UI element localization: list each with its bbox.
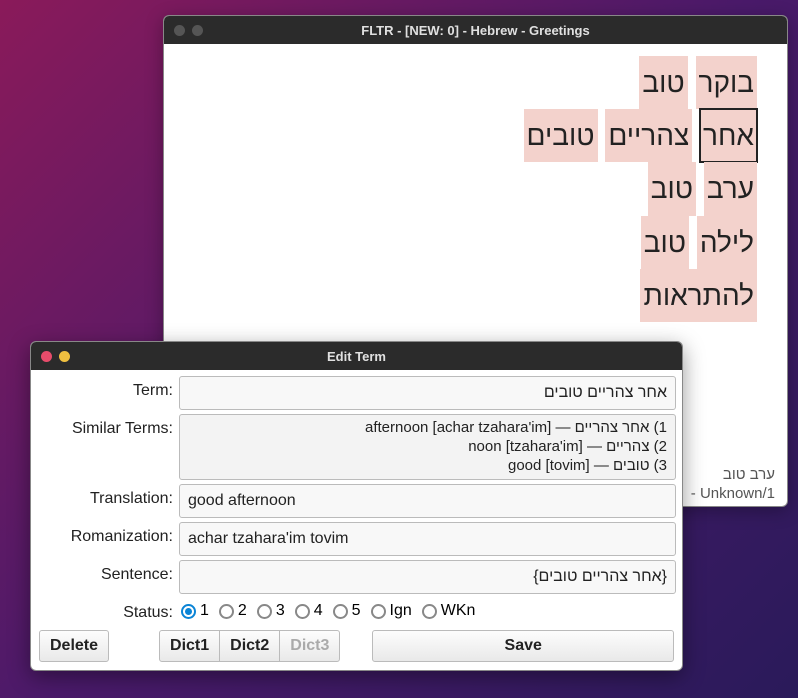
status-option-2[interactable]: 2 — [219, 602, 247, 620]
similar-term-line: 3) טובים — good [tovim] — [188, 457, 667, 476]
term-label: Term: — [37, 376, 179, 400]
text-word[interactable]: להתראות — [640, 269, 757, 322]
minimize-icon[interactable] — [59, 351, 70, 362]
term-input[interactable] — [179, 376, 676, 410]
edit-form: Term: Similar Terms: 1) אחר צהריים — aft… — [31, 370, 682, 670]
status-term: ערב טוב — [691, 466, 775, 483]
similar-term-line: 1) אחר צהריים — afternoon [achar tzahara… — [188, 419, 667, 438]
text-word[interactable]: צהריים — [605, 109, 692, 162]
status-option-3[interactable]: 3 — [257, 602, 285, 620]
status-option-label: 5 — [352, 602, 361, 620]
radio-icon[interactable] — [219, 604, 234, 619]
status-option-label: 3 — [276, 602, 285, 620]
main-titlebar: FLTR - [NEW: 0] - Hebrew - Greetings — [164, 16, 787, 44]
status-option-5[interactable]: 5 — [333, 602, 361, 620]
dict3-button: Dict3 — [279, 630, 340, 662]
window-control-icon[interactable] — [174, 25, 185, 36]
status-option-1[interactable]: 1 — [181, 602, 209, 620]
reading-text-area[interactable]: בוקר טובאחר צהריים טוביםערב טובלילה טובל… — [164, 44, 787, 330]
similar-terms-label: Similar Terms: — [37, 414, 179, 438]
status-bar: ערב טוב - Unknown/1 — [691, 466, 775, 502]
translation-label: Translation: — [37, 484, 179, 508]
text-word[interactable]: טובים — [524, 109, 598, 162]
text-word[interactable]: אחר — [700, 109, 757, 162]
radio-icon[interactable] — [257, 604, 272, 619]
sentence-input[interactable] — [179, 560, 676, 594]
status-option-label: 2 — [238, 602, 247, 620]
text-word[interactable]: טוב — [639, 56, 687, 109]
romanization-input[interactable] — [179, 522, 676, 556]
similar-term-line: 2) צהריים — noon [tzahara'im] — [188, 438, 667, 457]
text-word[interactable]: טוב — [641, 216, 689, 269]
radio-icon[interactable] — [371, 604, 386, 619]
status-option-label: Ign — [390, 602, 412, 620]
status-option-wkn[interactable]: WKn — [422, 602, 476, 620]
save-button[interactable]: Save — [372, 630, 674, 662]
status-radio-group: 1 2 3 4 5 Ign WKn — [179, 598, 676, 624]
text-word[interactable]: לילה — [697, 216, 757, 269]
delete-button[interactable]: Delete — [39, 630, 109, 662]
status-option-4[interactable]: 4 — [295, 602, 323, 620]
translation-input[interactable] — [179, 484, 676, 518]
radio-icon[interactable] — [333, 604, 348, 619]
romanization-label: Romanization: — [37, 522, 179, 546]
status-option-ign[interactable]: Ign — [371, 602, 412, 620]
edit-term-window: Edit Term Term: Similar Terms: 1) אחר צה… — [30, 341, 683, 671]
dict2-button[interactable]: Dict2 — [219, 630, 280, 662]
main-window-title: FLTR - [NEW: 0] - Hebrew - Greetings — [164, 23, 787, 38]
text-word[interactable]: טוב — [648, 162, 696, 215]
text-word[interactable]: ערב — [704, 162, 757, 215]
dict1-button[interactable]: Dict1 — [159, 630, 220, 662]
similar-terms-box: 1) אחר צהריים — afternoon [achar tzahara… — [179, 414, 676, 480]
status-option-label: 1 — [200, 602, 209, 620]
edit-window-title: Edit Term — [31, 349, 682, 364]
status-label: Status: — [37, 598, 179, 622]
close-icon[interactable] — [41, 351, 52, 362]
window-control-icon[interactable] — [192, 25, 203, 36]
status-option-label: 4 — [314, 602, 323, 620]
text-word[interactable]: בוקר — [696, 56, 758, 109]
radio-icon[interactable] — [295, 604, 310, 619]
radio-icon[interactable] — [181, 604, 196, 619]
sentence-label: Sentence: — [37, 560, 179, 584]
edit-titlebar: Edit Term — [31, 342, 682, 370]
status-option-label: WKn — [441, 602, 476, 620]
radio-icon[interactable] — [422, 604, 437, 619]
status-state: - Unknown/1 — [691, 483, 775, 502]
